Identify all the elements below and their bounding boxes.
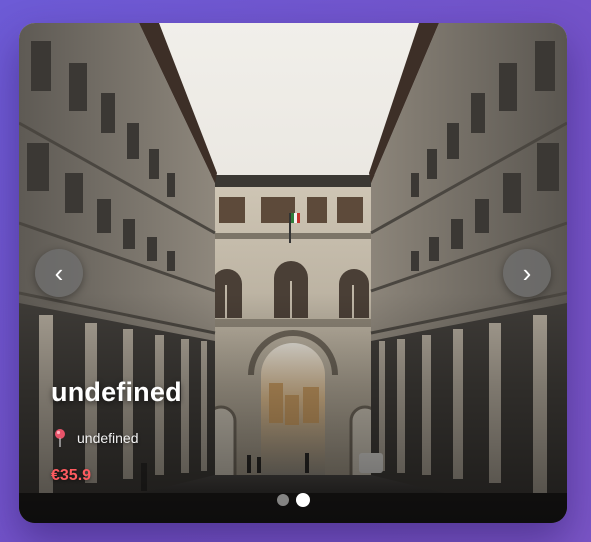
chevron-right-icon: › (522, 258, 532, 288)
tour-card: ‹ › undefined undefined €35.9 (19, 23, 567, 523)
pin-icon (55, 429, 65, 447)
card-title: undefined (51, 377, 182, 407)
pagination-dot-1[interactable] (277, 494, 289, 506)
card-location: undefined (51, 428, 139, 448)
next-slide-button[interactable]: › (503, 249, 551, 297)
location-label: undefined (77, 430, 139, 446)
carousel-pagination (277, 493, 310, 507)
previous-slide-button[interactable]: ‹ (35, 249, 83, 297)
pagination-dot-2[interactable] (296, 493, 310, 507)
image-overlay (19, 293, 567, 523)
card-price: €35.9 (51, 467, 92, 484)
chevron-left-icon: ‹ (54, 258, 64, 288)
